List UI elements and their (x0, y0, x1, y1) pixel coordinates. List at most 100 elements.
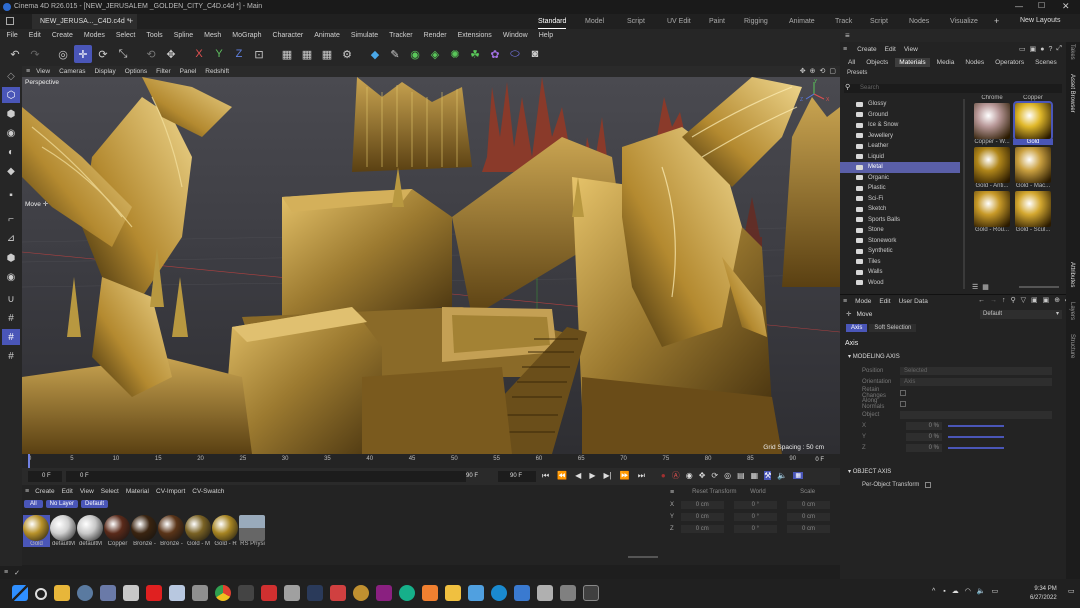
edge-mode-icon[interactable]: ◐ (2, 144, 20, 160)
prop-dropdown[interactable] (900, 410, 1052, 419)
grammarly-icon[interactable] (399, 585, 415, 601)
minimize-button[interactable]: — (1015, 2, 1023, 11)
current-frame-field[interactable]: 0 F (815, 457, 824, 463)
key-rot-icon[interactable]: ⟳ (711, 471, 718, 480)
render-picture-viewer-icon[interactable]: ▦ (318, 45, 336, 63)
filter-no-layer[interactable]: No Layer (45, 500, 79, 508)
app-icon-1[interactable] (100, 585, 116, 601)
scale-dropdown[interactable]: Scale (800, 489, 815, 495)
render-view-icon[interactable]: ▦ (298, 45, 316, 63)
viewport-menu-4[interactable]: Filter (156, 68, 170, 75)
prop-value[interactable]: 0 % (906, 443, 942, 452)
asset-item[interactable]: Gold - Rou... (972, 191, 1012, 233)
side-tab-4[interactable]: Structure (1069, 334, 1075, 358)
coord-rot-field[interactable]: 0 ° (733, 525, 777, 533)
folder-item[interactable]: Sketch (840, 204, 960, 215)
material-item[interactable]: Gold - M (185, 515, 212, 547)
undo-icon[interactable]: ↶ (6, 45, 24, 63)
filter-all[interactable]: All (24, 500, 43, 508)
app-icon-13[interactable] (468, 585, 484, 601)
asset-tab-1[interactable]: Objects (862, 58, 892, 67)
folder-item[interactable]: Synthetic (840, 246, 960, 257)
goto-end-icon[interactable]: ⏭ (638, 471, 645, 481)
playhead[interactable] (28, 454, 30, 468)
menu-2[interactable]: Create (46, 29, 78, 42)
point-mode-icon[interactable]: ◉ (2, 125, 20, 141)
preview-end-field[interactable]: 90 F (466, 471, 482, 482)
timeline-ruler[interactable]: 051015202530354045505560657075808590 0 F (22, 454, 840, 468)
menu-4[interactable]: Select (110, 29, 140, 42)
menu-0[interactable]: File (1, 29, 23, 42)
camera-label[interactable]: Perspective (25, 79, 59, 86)
layout-tab-8[interactable]: Script (870, 14, 888, 29)
transform-icon[interactable]: ✥ (162, 45, 180, 63)
prop-value[interactable]: 0 % (906, 421, 942, 430)
app-icon-7[interactable] (284, 585, 300, 601)
forward-icon[interactable]: → (990, 297, 997, 304)
key-scale-icon[interactable]: ◎ (724, 471, 731, 480)
asset-item[interactable]: Gold (1013, 101, 1053, 145)
tweak-icon[interactable]: ⊿ (2, 230, 20, 246)
viewport-menu-icon[interactable]: ≡ (26, 68, 30, 75)
play-icon[interactable]: ▶ (589, 471, 595, 480)
prop-dropdown[interactable]: Selected (900, 366, 1052, 375)
app-icon-6[interactable] (261, 585, 277, 601)
material-item[interactable]: defaultM (77, 515, 104, 547)
windows-start-icon[interactable] (12, 585, 28, 601)
panel-icon[interactable]: ▭ (1019, 45, 1026, 53)
coord-scale-field[interactable]: 0 cm (786, 501, 830, 509)
tab-soft-selection[interactable]: Soft Selection (869, 324, 917, 332)
subdivision-icon[interactable]: ◉ (406, 45, 424, 63)
maximize-view-icon[interactable]: ▢ (829, 67, 836, 75)
snapping-icon[interactable]: ◉ (2, 269, 20, 285)
end-frame-field[interactable]: 90 F (498, 471, 536, 482)
app-icon-9[interactable] (353, 585, 369, 601)
render-settings-icon[interactable]: ⚙ (338, 45, 356, 63)
back-icon[interactable]: ← (978, 297, 985, 304)
home-icon[interactable] (6, 17, 14, 25)
deformer-icon[interactable]: ✿ (486, 45, 504, 63)
polygon-mode-icon[interactable]: ◆ (2, 163, 20, 179)
pen-icon[interactable]: ✎ (386, 45, 404, 63)
attributes-menu-icon[interactable]: ≡ (843, 298, 847, 305)
asset-item[interactable]: Chrome (972, 95, 1012, 101)
attr-search-icon[interactable]: ⚲ (1011, 296, 1016, 304)
viewport-menu-6[interactable]: Redshift (205, 68, 229, 75)
asset-item[interactable]: Copper (1013, 95, 1053, 101)
app-icon-16[interactable] (560, 585, 576, 601)
material-slider[interactable] (628, 556, 658, 558)
material-item[interactable]: Gold - R (212, 515, 239, 547)
next-frame-icon[interactable]: ▶| (603, 471, 611, 480)
z-axis-lock-icon[interactable]: Z (230, 45, 248, 63)
menu-1[interactable]: Edit (23, 29, 46, 42)
coordinate-system-icon[interactable]: ⊡ (250, 45, 268, 63)
youtube-icon[interactable] (146, 585, 162, 601)
folder-item[interactable]: Stonework (840, 236, 960, 247)
app-icon-3[interactable] (169, 585, 185, 601)
autokey-icon[interactable]: Ⓐ (672, 470, 680, 481)
list-view-icon[interactable]: ☰ (972, 283, 978, 291)
app-icon-10[interactable] (376, 585, 392, 601)
app-icon-15[interactable] (537, 585, 553, 601)
asset-tab-4[interactable]: Nodes (961, 58, 988, 67)
layout-tab-9[interactable]: Nodes (909, 14, 929, 29)
live-selection-icon[interactable]: ◎ (54, 45, 72, 63)
prop-slider[interactable] (948, 446, 1004, 449)
tray-chevron-icon[interactable]: ^ (932, 588, 935, 595)
folder-item[interactable]: Sports Balls (840, 215, 960, 226)
notification-icon[interactable]: ▭ (1068, 587, 1075, 595)
menu-15[interactable]: Window (497, 29, 533, 42)
next-key-icon[interactable]: ⏩ (620, 471, 630, 480)
attributes-menu-2[interactable]: User Data (899, 298, 928, 305)
folder-item[interactable]: Tiles (840, 257, 960, 268)
render-region-icon[interactable]: ▦ (278, 45, 296, 63)
sound-icon[interactable]: 🔈 (777, 471, 787, 480)
battery-icon[interactable]: ▭ (992, 587, 999, 595)
material-item[interactable]: Gold (23, 515, 50, 547)
prev-key-icon[interactable]: ⏪ (557, 471, 567, 480)
coord-scale-field[interactable]: 0 cm (786, 513, 830, 521)
layout-tab-5[interactable]: Rigging (744, 14, 768, 29)
motion-icon[interactable]: ⚒ (764, 471, 772, 480)
app-icon-4[interactable] (192, 585, 208, 601)
viewport-menu-3[interactable]: Options (125, 68, 147, 75)
